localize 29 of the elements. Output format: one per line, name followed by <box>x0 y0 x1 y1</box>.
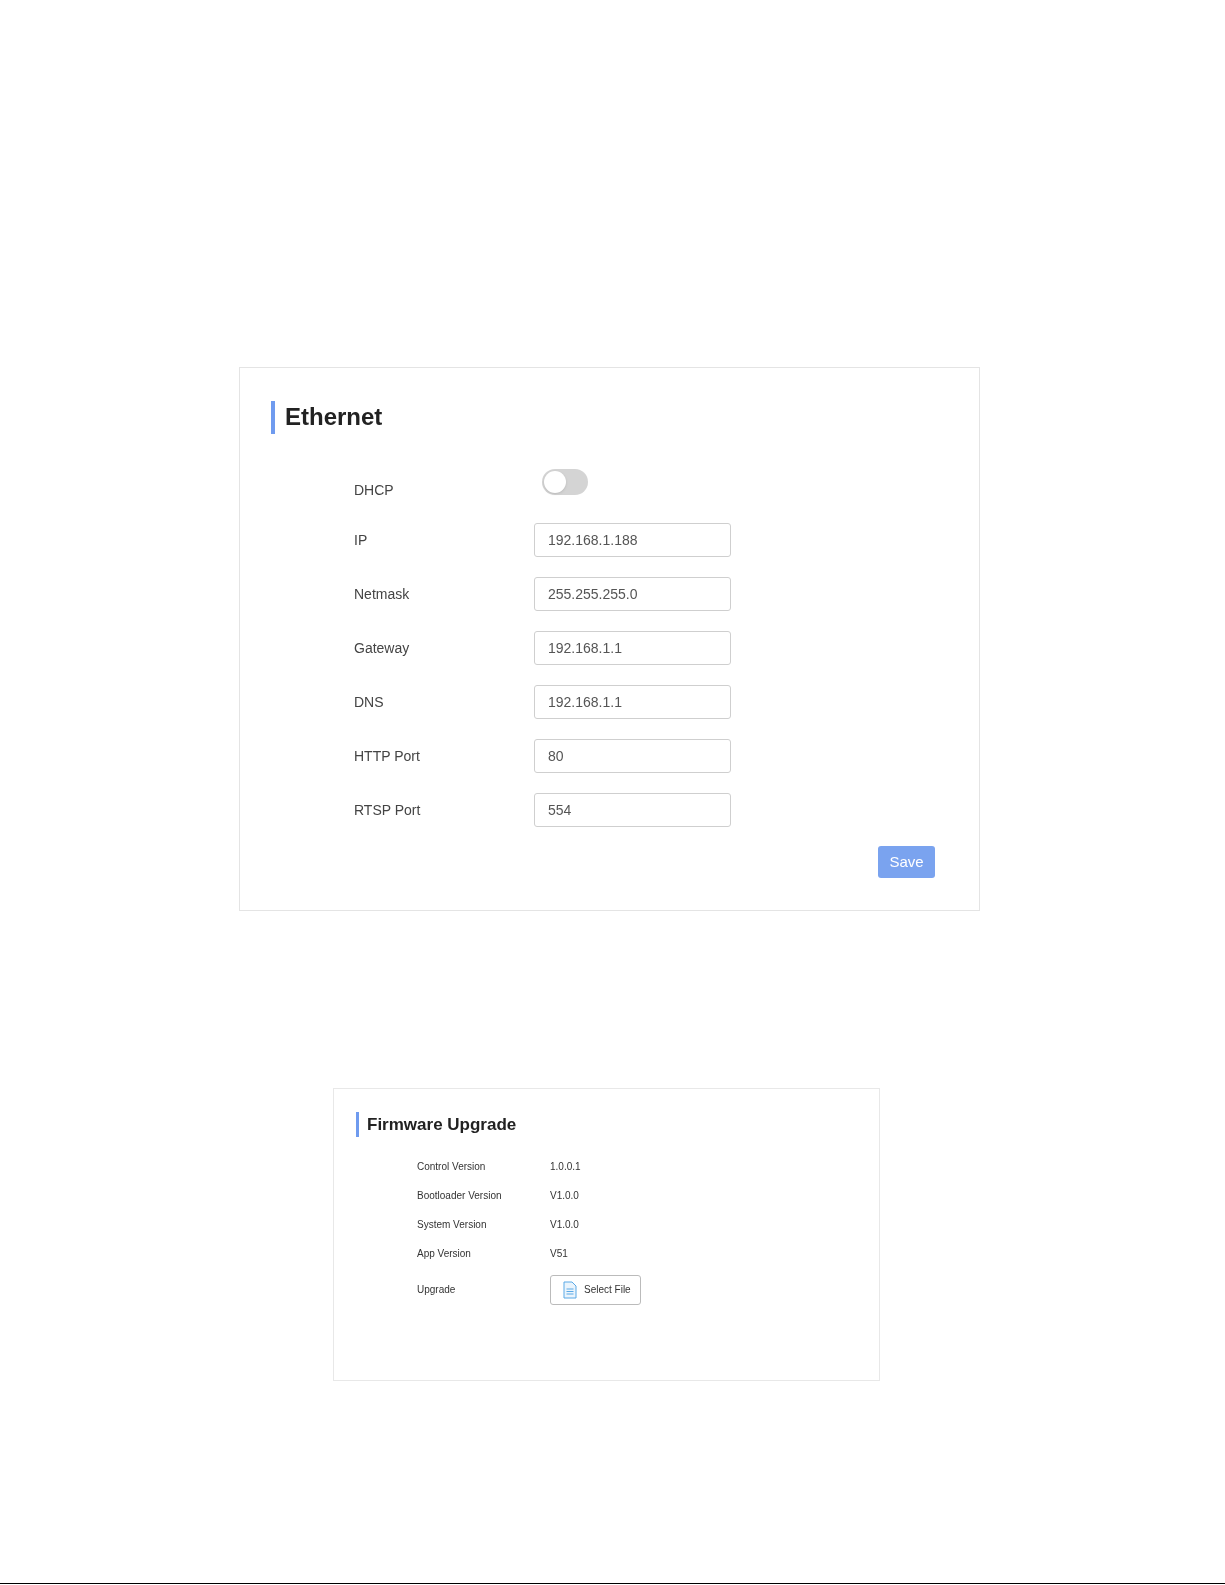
info-label: System Version <box>417 1217 488 1232</box>
input-field[interactable]: 192.168.1.1 <box>534 631 731 665</box>
info-label: Bootloader Version <box>417 1188 503 1203</box>
info-value: V51 <box>550 1246 568 1261</box>
info-value: 1.0.0.1 <box>550 1159 581 1174</box>
field-label: DHCP <box>354 480 395 500</box>
section-title: Firmware Upgrade <box>367 1114 517 1136</box>
input-field[interactable]: 554 <box>534 793 731 827</box>
info-label: App Version <box>417 1246 472 1261</box>
info-value: V1.0.0 <box>550 1188 579 1203</box>
info-label: Upgrade <box>417 1283 457 1297</box>
section-title: Ethernet <box>285 402 383 432</box>
info-value: V1.0.0 <box>550 1217 579 1232</box>
field-label: IP <box>354 530 369 550</box>
input-field[interactable]: 80 <box>534 739 731 773</box>
field-label: HTTP Port <box>354 746 421 766</box>
title-accent-bar <box>356 1112 359 1138</box>
field-label: RTSP Port <box>354 800 422 820</box>
field-label: Netmask <box>354 584 411 604</box>
input-field[interactable]: 255.255.255.0 <box>534 577 731 611</box>
field-label: DNS <box>354 692 385 712</box>
input-field[interactable]: 192.168.1.1 <box>534 685 731 719</box>
document-icon <box>563 1280 577 1299</box>
select-file-button[interactable]: Select File <box>550 1274 641 1305</box>
info-label: Control Version <box>417 1159 487 1174</box>
field-label: Gateway <box>354 638 411 658</box>
input-field[interactable]: 192.168.1.188 <box>534 523 731 557</box>
dhcp-toggle[interactable] <box>542 469 588 495</box>
title-accent-bar <box>271 400 275 434</box>
